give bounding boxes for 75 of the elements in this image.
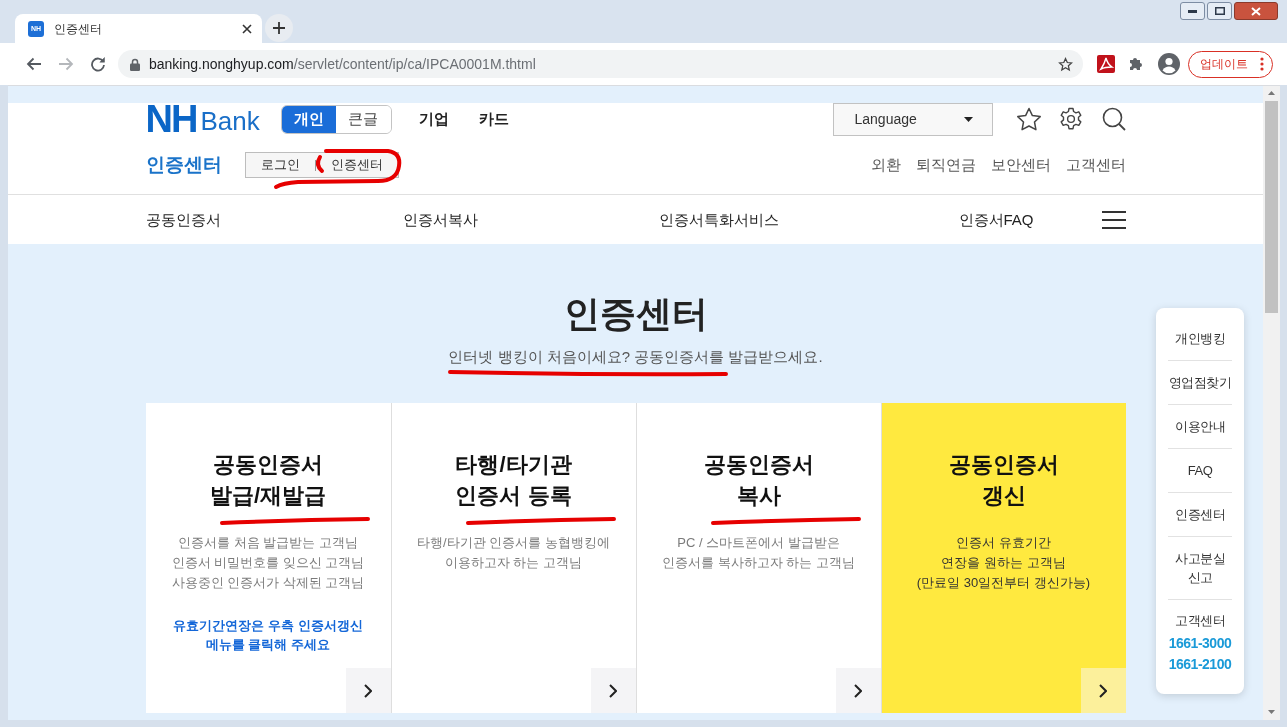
forward-arrow-icon: [58, 56, 74, 72]
menu-link[interactable]: 기업: [418, 107, 449, 131]
page-title: 인증센터: [563, 292, 708, 336]
settings-gear-icon[interactable]: [1058, 107, 1083, 131]
card-title: 공동인증서 갱신: [948, 451, 1059, 510]
minimize-icon: [1188, 9, 1197, 13]
lock-icon: [130, 57, 140, 71]
maximize-button[interactable]: [1207, 2, 1232, 20]
url-text: banking.nonghyup.com/servlet/content/ip/ca/IPCA0001M.thtml: [149, 54, 536, 74]
address-bar[interactable]: banking.nonghyup.com/servlet/content/ip/ca/IPCA0001M.thtml: [118, 50, 1083, 78]
plus-icon: [273, 22, 285, 34]
chevron-right-icon: [609, 683, 617, 698]
bookmark-star-icon[interactable]: [1058, 56, 1073, 72]
reload-icon: [90, 56, 106, 72]
utility-link[interactable]: 외환: [870, 153, 901, 177]
maximize-icon: [1214, 7, 1225, 15]
sub-menu-button[interactable]: 인증센터: [315, 153, 398, 177]
close-icon[interactable]: [242, 23, 252, 34]
nav-link[interactable]: 공동인증서: [145, 210, 221, 228]
section-title: 인증센터: [145, 152, 222, 177]
nh-bank-logo[interactable]: NH Bank: [145, 103, 260, 135]
back-arrow-icon: [26, 56, 42, 72]
close-window-button[interactable]: [1234, 2, 1278, 20]
search-icon[interactable]: [1101, 107, 1126, 131]
puzzle-piece-icon[interactable]: [1128, 56, 1144, 72]
service-card[interactable]: 공동인증서 복사 PC / 스마트폰에서 발급받은 인증서를 복사하고자 하는 고객님: [635, 403, 881, 713]
close-icon: [1251, 6, 1261, 16]
star-icon[interactable]: [1015, 106, 1042, 132]
utility-link[interactable]: 보안센터: [990, 153, 1051, 177]
caret-down-icon: [963, 116, 973, 122]
quick-menu-link[interactable]: 사고분실 신고: [1175, 549, 1225, 587]
quick-menu-link[interactable]: 고객센터: [1175, 611, 1225, 630]
pdf-extension-icon[interactable]: [1097, 55, 1115, 73]
quick-menu-link[interactable]: 영업점찾기: [1168, 373, 1232, 392]
nav-link[interactable]: 인증서특화서비스: [658, 210, 779, 228]
menu-icon: [1101, 210, 1126, 229]
nav-link[interactable]: 인증서FAQ: [958, 210, 1034, 228]
language-dropdown[interactable]: Language: [832, 102, 993, 136]
chevron-right-icon: [364, 683, 372, 698]
card-note: 유효기간연장은 우측 인증서갱신 메뉴를 클릭해 주세요: [173, 617, 363, 654]
card-description: 인증서를 처음 발급받는 고객님 인증서 비밀번호를 잊으신 고객님 사용중인 인증서가 삭제된 고객님: [171, 534, 365, 592]
scrollbar-track[interactable]: [1263, 86, 1280, 720]
card-description: 인증서 유효기간 연장을 원하는 고객님 (만료일 30일전부터 갱신가능): [916, 534, 1091, 592]
card-description: PC / 스마트폰에서 발급받은 인증서를 복사하고자 하는 고객님: [662, 534, 855, 572]
minimize-button[interactable]: [1180, 2, 1205, 20]
sub-menu-button[interactable]: 로그인: [245, 153, 315, 177]
card-title: 공동인증서 발급/재발급: [209, 451, 327, 510]
scroll-down-icon[interactable]: [1268, 710, 1275, 714]
nav-link[interactable]: 인증서복사: [402, 210, 478, 228]
new-tab-button[interactable]: [265, 14, 293, 42]
service-card[interactable]: 공동인증서 갱신 인증서 유효기간 연장을 원하는 고객님 (만료일 30일전부터 갱신가능): [880, 403, 1126, 713]
chevron-right-icon: [854, 683, 862, 698]
page-subtitle: 인터넷 뱅킹이 처음이세요? 공동인증서를 발급받으세요.: [448, 347, 823, 367]
scrollbar-thumb[interactable]: [1265, 101, 1278, 313]
view-toggle-tab[interactable]: 개인: [281, 105, 337, 133]
more-dots-icon: [1260, 57, 1264, 71]
quick-menu-link[interactable]: 인증센터: [1175, 505, 1225, 524]
tab-title: 인증센터: [54, 20, 102, 38]
card-title: 공동인증서 복사: [703, 451, 814, 510]
utility-link[interactable]: 퇴직연금: [915, 153, 976, 177]
card-description: 타행/타기관 인증서를 농협뱅킹에 이용하고자 하는 고객님: [417, 534, 610, 572]
quick-menu-link[interactable]: 이용안내: [1175, 417, 1225, 436]
card-title: 타행/타기관 인증서 등록: [455, 451, 572, 510]
profile-avatar-icon[interactable]: [1158, 53, 1180, 75]
menu-button[interactable]: [1101, 210, 1126, 229]
chevron-right-icon: [1099, 683, 1107, 698]
service-card[interactable]: 타행/타기관 인증서 등록 타행/타기관 인증서를 농협뱅킹에 이용하고자 하는 고객님: [390, 403, 636, 713]
service-card[interactable]: 공동인증서 발급/재발급 인증서를 처음 발급받는 고객님 인증서 비밀번호를 잊으신 고객님 사용중인 인증서가 삭제된 고객님 유효기간연장은 우측 인증서갱신 메뉴를 클릭해 주세요: [145, 403, 391, 713]
phone-number: 1661-3000: [1168, 634, 1232, 653]
phone-number: 1661-2100: [1168, 655, 1232, 674]
quick-menu-link[interactable]: FAQ: [1187, 461, 1213, 480]
scroll-up-icon[interactable]: [1268, 91, 1275, 95]
quick-menu-link[interactable]: 개인뱅킹: [1175, 329, 1225, 348]
menu-link[interactable]: 카드: [478, 107, 509, 131]
utility-link[interactable]: 고객센터: [1065, 153, 1126, 177]
